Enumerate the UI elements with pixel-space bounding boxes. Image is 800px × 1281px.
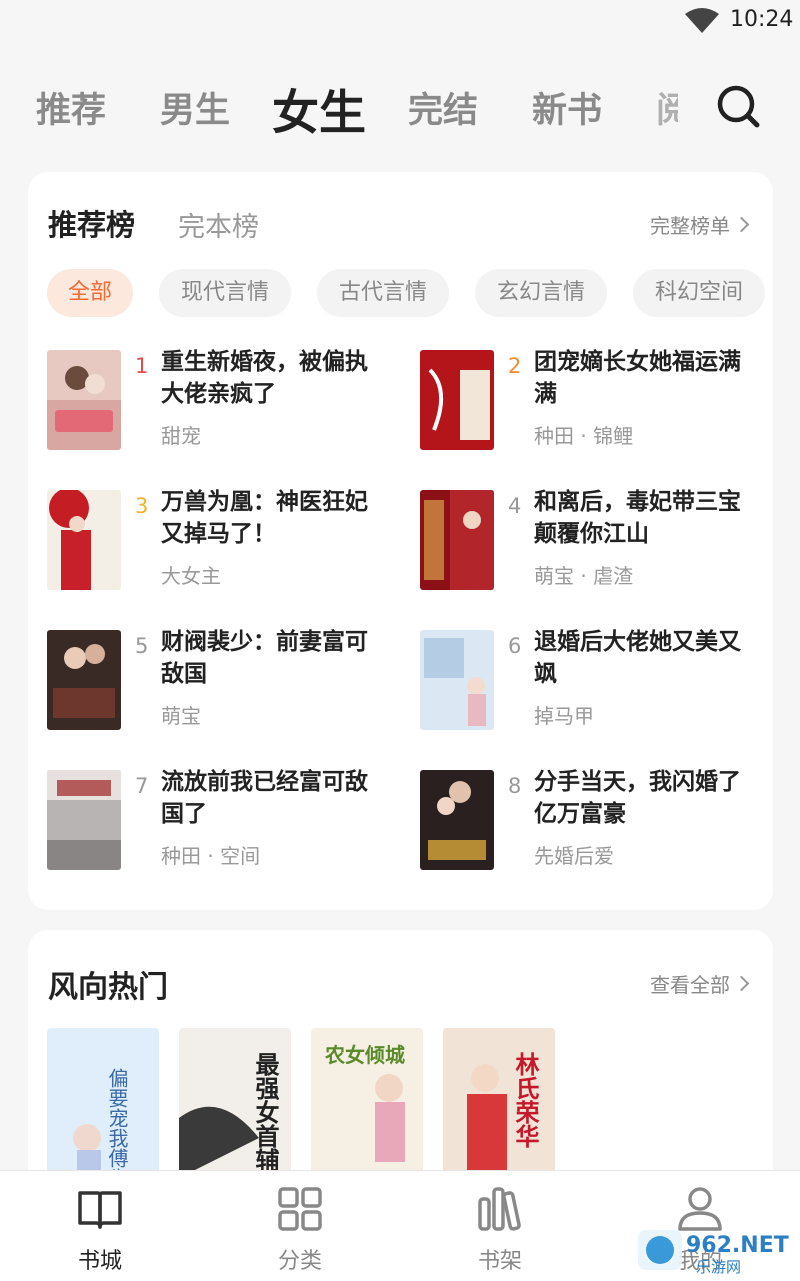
tab-new-books[interactable]: 新书 bbox=[532, 82, 602, 133]
hot-book-cover[interactable]: 最强女首辅 bbox=[179, 1028, 291, 1178]
book-title: 团宠嫡长女她福运满满 bbox=[534, 349, 741, 407]
tab-recommend[interactable]: 推荐 bbox=[36, 82, 106, 133]
tab-male[interactable]: 男生 bbox=[160, 82, 230, 133]
book-tags: 萌宝 bbox=[161, 704, 201, 728]
book-tags: 萌宝 · 虐渣 bbox=[534, 564, 634, 588]
nav-bookstore[interactable]: 书城 bbox=[0, 1171, 200, 1281]
tab-finished-rank[interactable]: 完本榜 bbox=[178, 205, 259, 244]
hot-cover-title: 最强女首辅 bbox=[251, 1052, 279, 1172]
wifi-icon bbox=[685, 8, 719, 33]
chip-all[interactable]: 全部 bbox=[47, 269, 133, 317]
rank-number: 2 bbox=[508, 354, 522, 378]
rank-number: 5 bbox=[135, 634, 149, 658]
rank-number: 7 bbox=[135, 774, 149, 798]
book-item[interactable]: 8 分手当天，我闪婚了亿万富豪 先婚后爱 bbox=[420, 769, 750, 870]
tab-recommend-rank[interactable]: 推荐榜 bbox=[48, 202, 135, 244]
book-cover bbox=[420, 490, 494, 590]
hot-cover-title: 偏要宠我傅先生 bbox=[105, 1068, 129, 1178]
book-cover bbox=[47, 490, 121, 590]
book-cover bbox=[420, 350, 494, 450]
book-cover bbox=[47, 770, 121, 870]
hot-book-cover[interactable]: 林氏荣华 bbox=[443, 1028, 555, 1178]
status-bar: 10:24 bbox=[0, 0, 800, 44]
book-title: 万兽为凰：神医狂妃又掉马了！ bbox=[161, 489, 368, 547]
chip-fantasy-romance[interactable]: 玄幻言情 bbox=[475, 269, 607, 317]
book-title: 重生新婚夜，被偏执大佬亲疯了 bbox=[161, 349, 368, 407]
book-cover bbox=[420, 630, 494, 730]
book-cover bbox=[420, 770, 494, 870]
status-time: 10:24 bbox=[730, 7, 794, 32]
chevron-right-icon bbox=[733, 216, 750, 233]
rank-number: 8 bbox=[508, 774, 522, 798]
nav-bookshelf[interactable]: 书架 bbox=[400, 1171, 600, 1281]
nav-label: 书架 bbox=[477, 1249, 522, 1274]
book-title: 分手当天，我闪婚了亿万富豪 bbox=[534, 769, 741, 827]
chip-scifi-space[interactable]: 科幻空间 bbox=[633, 269, 765, 317]
book-tags: 先婚后爱 bbox=[534, 844, 614, 868]
hot-cover-title: 林氏荣华 bbox=[511, 1052, 539, 1148]
tab-finished[interactable]: 完结 bbox=[408, 82, 478, 133]
nav-label: 书城 bbox=[77, 1249, 122, 1274]
view-all-label: 查看全部 bbox=[650, 973, 730, 997]
nav-category[interactable]: 分类 bbox=[200, 1171, 400, 1281]
rank-number: 1 bbox=[135, 354, 149, 378]
hot-cover-title: 农女倾城 bbox=[324, 1043, 405, 1067]
rank-number: 4 bbox=[508, 494, 522, 518]
book-open-icon bbox=[78, 1191, 122, 1229]
nav-label: 分类 bbox=[277, 1249, 322, 1274]
svg-text:乐游网: 乐游网 bbox=[696, 1258, 741, 1276]
svg-text:962.NET: 962.NET bbox=[686, 1233, 789, 1258]
book-tags: 掉马甲 bbox=[534, 704, 594, 728]
hot-book-cover[interactable]: 农女倾城 bbox=[311, 1028, 423, 1178]
book-title: 流放前我已经富可敌国了 bbox=[161, 769, 368, 827]
book-item[interactable]: 3 万兽为凰：神医狂妃又掉马了！ 大女主 bbox=[47, 489, 377, 590]
search-icon[interactable] bbox=[712, 80, 764, 132]
tab-reading[interactable]: 阅 bbox=[656, 82, 678, 133]
book-item[interactable]: 5 财阀裴少：前妻富可敌国 萌宝 bbox=[47, 629, 377, 730]
book-title: 退婚后大佬她又美又飒 bbox=[534, 629, 741, 687]
book-tags: 种田 · 空间 bbox=[161, 844, 261, 868]
section-title: 风向热门 bbox=[48, 970, 168, 1005]
chevron-right-icon bbox=[733, 975, 750, 992]
book-tags: 甜宠 bbox=[161, 424, 201, 448]
hot-book-cover[interactable]: 偏要宠我傅先生 bbox=[47, 1028, 159, 1178]
bookshelf-icon bbox=[478, 1187, 521, 1231]
rank-number: 6 bbox=[508, 634, 522, 658]
book-item[interactable]: 6 退婚后大佬她又美又飒 掉马甲 bbox=[420, 629, 750, 730]
watermark-logo: 962.NET 乐游网 bbox=[638, 1230, 789, 1276]
book-item[interactable]: 1 重生新婚夜，被偏执大佬亲疯了 甜宠 bbox=[47, 349, 377, 450]
book-tags: 大女主 bbox=[161, 564, 221, 588]
book-item[interactable]: 2 团宠嫡长女她福运满满 种田 · 锦鲤 bbox=[420, 349, 750, 450]
top-tabs: 推荐 男生 女生 完结 新书 阅 bbox=[0, 70, 800, 140]
book-tags: 种田 · 锦鲤 bbox=[534, 424, 634, 448]
grid-icon bbox=[278, 1187, 322, 1231]
book-item[interactable]: 4 和离后，毒妃带三宝颠覆你江山 萌宝 · 虐渣 bbox=[420, 489, 750, 590]
book-title: 财阀裴少：前妻富可敌国 bbox=[161, 629, 368, 687]
view-all-link[interactable]: 查看全部 bbox=[650, 969, 750, 998]
chip-modern-romance[interactable]: 现代言情 bbox=[159, 269, 291, 317]
full-ranking-label: 完整榜单 bbox=[650, 214, 730, 238]
full-ranking-link[interactable]: 完整榜单 bbox=[650, 210, 750, 239]
book-cover bbox=[47, 350, 121, 450]
tab-female[interactable]: 女生 bbox=[272, 74, 366, 140]
book-item[interactable]: 7 流放前我已经富可敌国了 种田 · 空间 bbox=[47, 769, 377, 870]
book-title: 和离后，毒妃带三宝颠覆你江山 bbox=[534, 489, 741, 547]
book-cover bbox=[47, 630, 121, 730]
rank-number: 3 bbox=[135, 494, 149, 518]
chip-ancient-romance[interactable]: 古代言情 bbox=[317, 269, 449, 317]
